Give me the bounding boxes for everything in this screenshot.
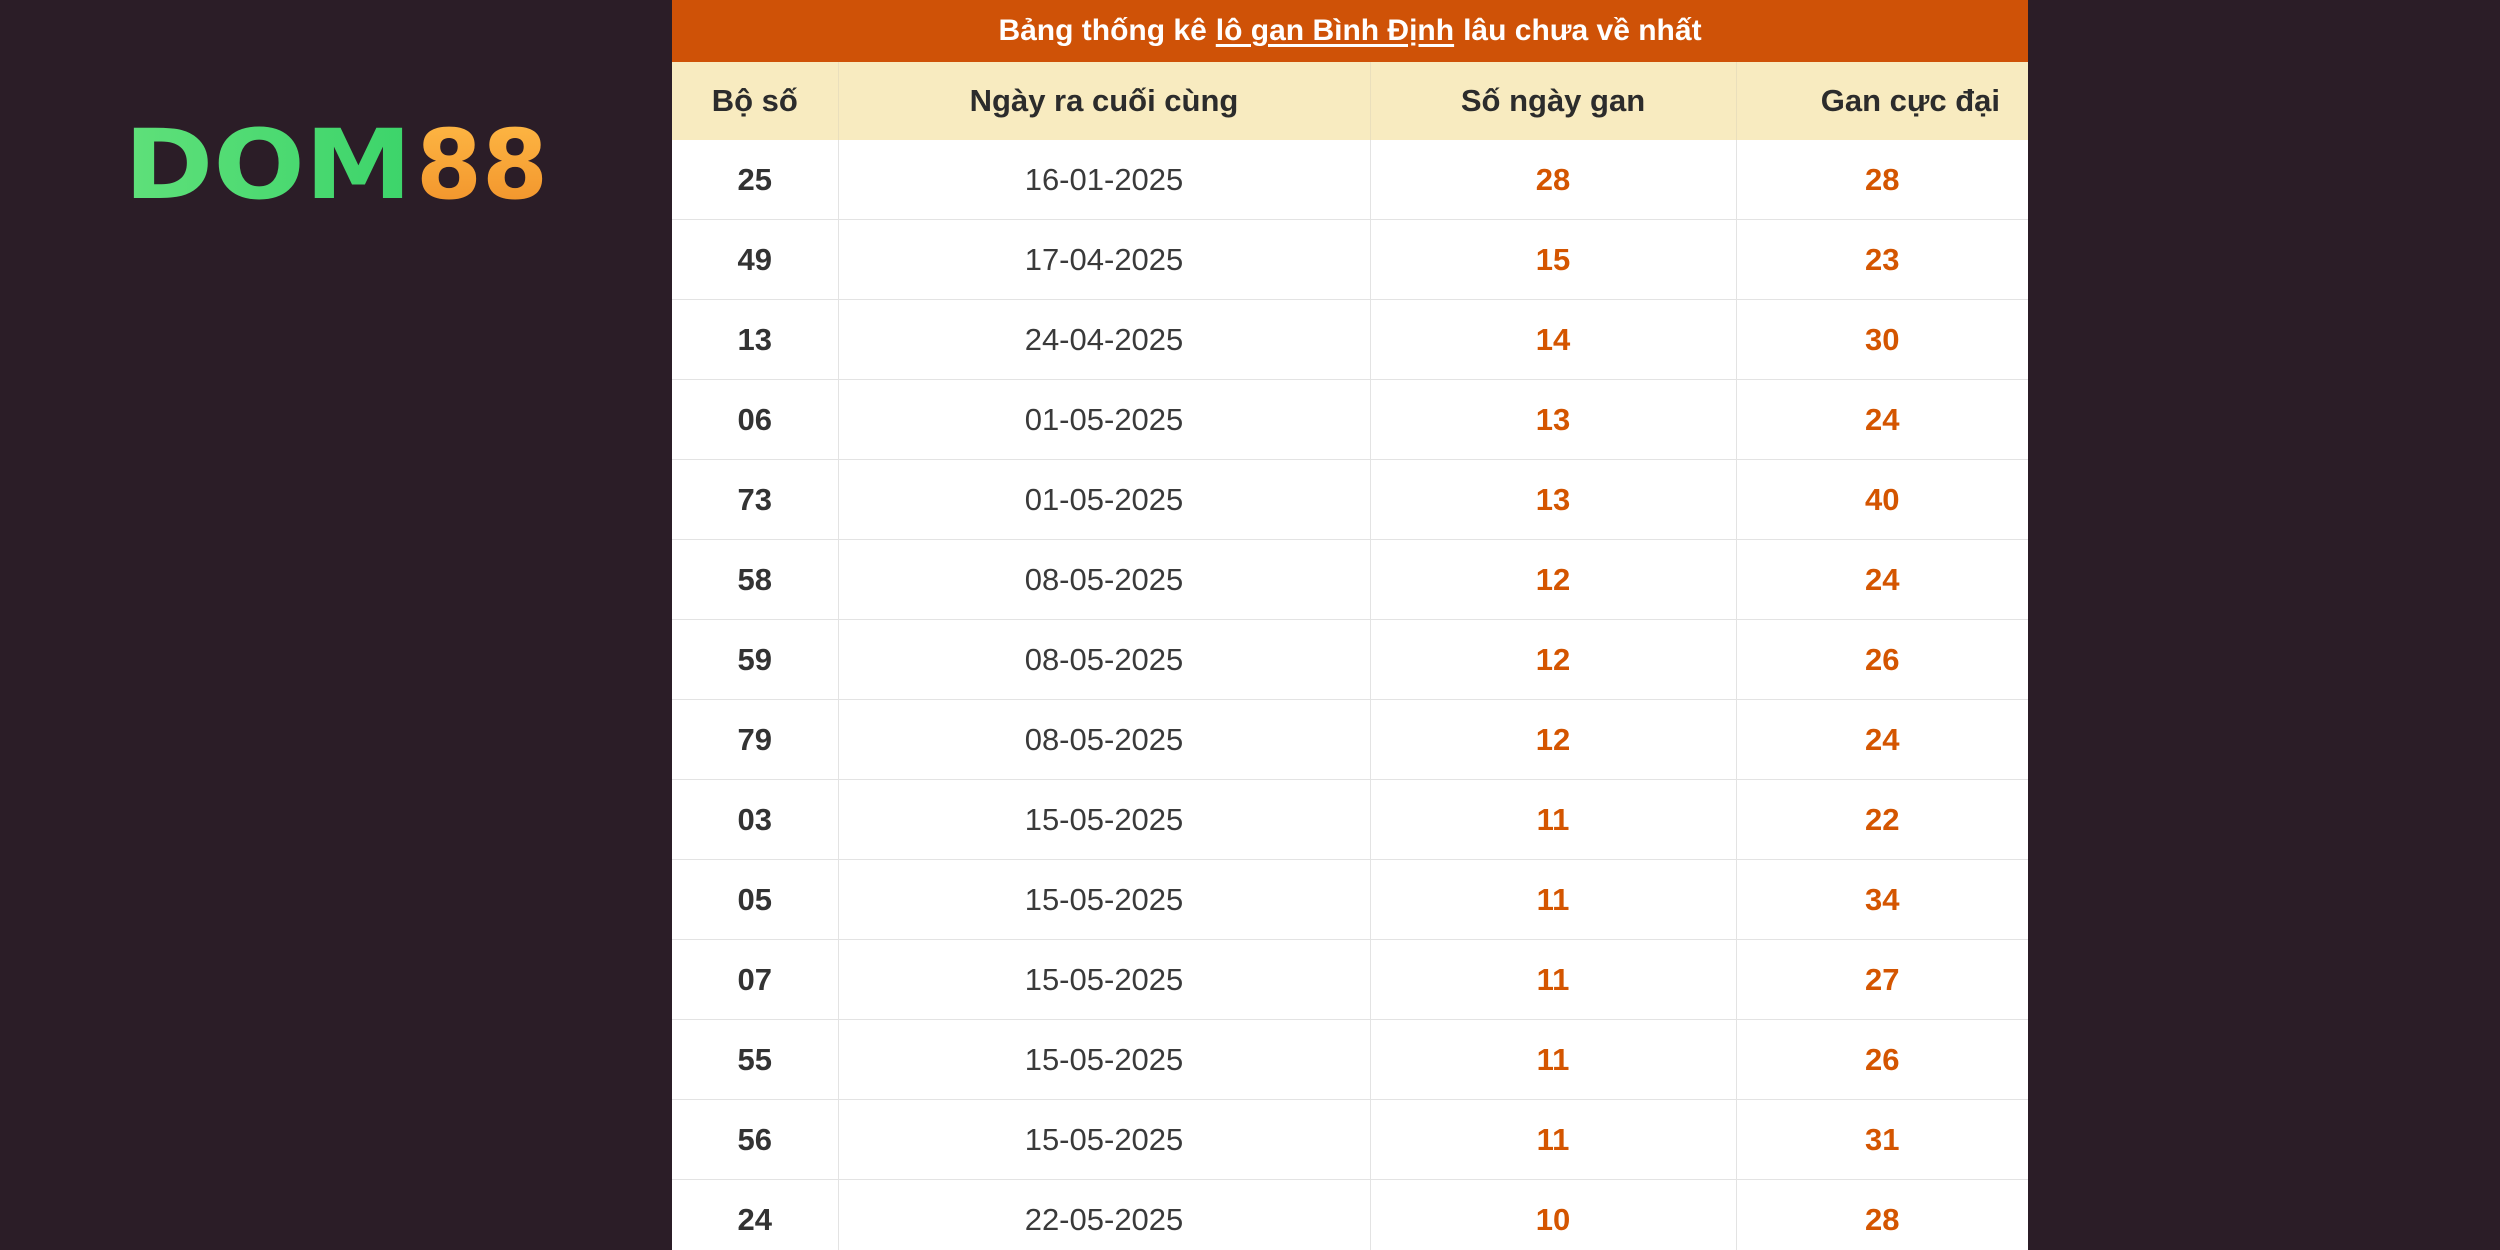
table-title: Bảng thống kê lô gan Bình Định lâu chưa …: [672, 0, 2028, 62]
table-row: 24 22-05-2025 10 28: [672, 1179, 2028, 1250]
title-prefix: Bảng thống kê: [998, 14, 1207, 47]
cell-gan-cuc-dai: 24: [1736, 539, 2028, 620]
lo-gan-panel: Bảng thống kê lô gan Bình Định lâu chưa …: [672, 0, 2028, 1250]
cell-gan-cuc-dai: 34: [1736, 859, 2028, 940]
cell-bo-so: 24: [672, 1179, 839, 1250]
cell-so-ngay-gan: 10: [1370, 1179, 1737, 1250]
cell-gan-cuc-dai: 26: [1736, 1019, 2028, 1100]
cell-bo-so: 58: [672, 539, 839, 620]
header-so-ngay-gan: Số ngày gan: [1370, 62, 1737, 140]
logo-accent-text: 88: [416, 120, 548, 210]
logo-main-text: DOM: [124, 120, 412, 210]
title-suffix: lâu chưa về nhất: [1463, 14, 1702, 47]
dom88-logo: DOM 88: [124, 120, 554, 210]
cell-bo-so: 07: [672, 939, 839, 1020]
cell-bo-so: 49: [672, 219, 839, 300]
cell-ngay-ra: 15-05-2025: [838, 859, 1371, 940]
cell-gan-cuc-dai: 24: [1736, 699, 2028, 780]
cell-so-ngay-gan: 13: [1370, 379, 1737, 460]
cell-ngay-ra: 15-05-2025: [838, 1019, 1371, 1100]
lo-gan-binh-dinh-link[interactable]: lô gan Bình Định: [1216, 14, 1454, 48]
cell-bo-so: 13: [672, 299, 839, 380]
table-row: 03 15-05-2025 11 22: [672, 779, 2028, 860]
table-row: 55 15-05-2025 11 26: [672, 1019, 2028, 1100]
cell-gan-cuc-dai: 31: [1736, 1099, 2028, 1180]
table-header-row: Bộ số Ngày ra cuối cùng Số ngày gan Gan …: [672, 62, 2028, 140]
cell-ngay-ra: 01-05-2025: [838, 459, 1371, 540]
cell-gan-cuc-dai: 28: [1736, 1179, 2028, 1250]
table-row: 49 17-04-2025 15 23: [672, 219, 2028, 300]
cell-bo-so: 59: [672, 619, 839, 700]
cell-bo-so: 25: [672, 140, 839, 220]
cell-ngay-ra: 24-04-2025: [838, 299, 1371, 380]
cell-so-ngay-gan: 11: [1370, 779, 1737, 860]
cell-ngay-ra: 15-05-2025: [838, 779, 1371, 860]
lo-gan-table: Bộ số Ngày ra cuối cùng Số ngày gan Gan …: [672, 62, 2028, 1250]
cell-so-ngay-gan: 11: [1370, 939, 1737, 1020]
table-row: 07 15-05-2025 11 27: [672, 939, 2028, 1020]
cell-so-ngay-gan: 12: [1370, 699, 1737, 780]
table-row: 56 15-05-2025 11 31: [672, 1099, 2028, 1180]
cell-gan-cuc-dai: 23: [1736, 219, 2028, 300]
header-bo-so: Bộ số: [672, 62, 839, 140]
cell-ngay-ra: 08-05-2025: [838, 619, 1371, 700]
table-row: 25 16-01-2025 28 28: [672, 140, 2028, 220]
cell-gan-cuc-dai: 27: [1736, 939, 2028, 1020]
cell-gan-cuc-dai: 40: [1736, 459, 2028, 540]
cell-ngay-ra: 17-04-2025: [838, 219, 1371, 300]
cell-gan-cuc-dai: 28: [1736, 140, 2028, 220]
cell-ngay-ra: 08-05-2025: [838, 539, 1371, 620]
cell-ngay-ra: 15-05-2025: [838, 939, 1371, 1020]
cell-bo-so: 06: [672, 379, 839, 460]
header-gan-cuc-dai: Gan cực đại: [1736, 62, 2028, 140]
cell-bo-so: 56: [672, 1099, 839, 1180]
cell-so-ngay-gan: 12: [1370, 619, 1737, 700]
cell-so-ngay-gan: 13: [1370, 459, 1737, 540]
table-row: 59 08-05-2025 12 26: [672, 619, 2028, 700]
table-row: 05 15-05-2025 11 34: [672, 859, 2028, 940]
table-row: 73 01-05-2025 13 40: [672, 459, 2028, 540]
table-row: 13 24-04-2025 14 30: [672, 299, 2028, 380]
cell-gan-cuc-dai: 26: [1736, 619, 2028, 700]
cell-so-ngay-gan: 28: [1370, 140, 1737, 220]
cell-bo-so: 03: [672, 779, 839, 860]
cell-ngay-ra: 01-05-2025: [838, 379, 1371, 460]
cell-gan-cuc-dai: 22: [1736, 779, 2028, 860]
cell-bo-so: 55: [672, 1019, 839, 1100]
header-ngay-ra-cuoi-cung: Ngày ra cuối cùng: [838, 62, 1371, 140]
cell-so-ngay-gan: 11: [1370, 859, 1737, 940]
table-row: 06 01-05-2025 13 24: [672, 379, 2028, 460]
cell-gan-cuc-dai: 24: [1736, 379, 2028, 460]
cell-bo-so: 79: [672, 699, 839, 780]
cell-so-ngay-gan: 15: [1370, 219, 1737, 300]
table-row: 79 08-05-2025 12 24: [672, 699, 2028, 780]
cell-so-ngay-gan: 12: [1370, 539, 1737, 620]
table-row: 58 08-05-2025 12 24: [672, 539, 2028, 620]
cell-ngay-ra: 22-05-2025: [838, 1179, 1371, 1250]
cell-so-ngay-gan: 14: [1370, 299, 1737, 380]
cell-so-ngay-gan: 11: [1370, 1099, 1737, 1180]
cell-ngay-ra: 08-05-2025: [838, 699, 1371, 780]
cell-bo-so: 05: [672, 859, 839, 940]
cell-ngay-ra: 15-05-2025: [838, 1099, 1371, 1180]
cell-ngay-ra: 16-01-2025: [838, 140, 1371, 220]
cell-bo-so: 73: [672, 459, 839, 540]
cell-gan-cuc-dai: 30: [1736, 299, 2028, 380]
cell-so-ngay-gan: 11: [1370, 1019, 1737, 1100]
